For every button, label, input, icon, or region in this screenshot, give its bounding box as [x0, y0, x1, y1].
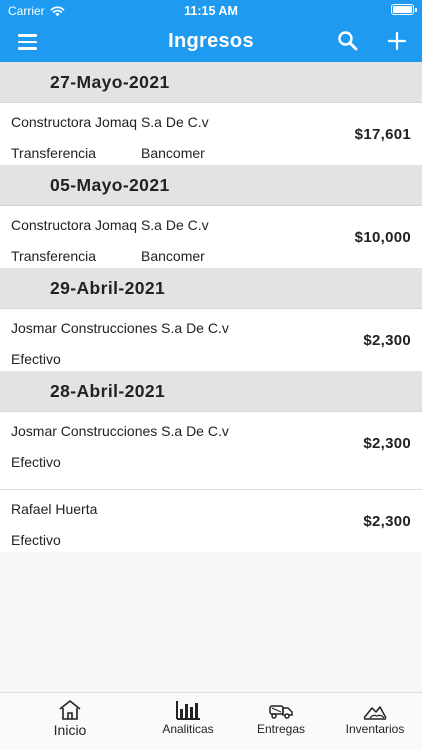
top-bar: Carrier 11:15 AM Ingresos	[0, 0, 422, 62]
battery-icon	[391, 4, 417, 15]
tab-label: Inicio	[53, 722, 87, 738]
truck-icon	[269, 705, 293, 719]
tab-label: Entregas	[256, 722, 306, 736]
payment-method: Transferencia	[11, 145, 97, 161]
payment-method: Efectivo	[11, 454, 61, 470]
company-name: Josmar Construcciones S.a De C.v	[11, 423, 229, 439]
tab-bar: Inicio Analiticas Entregas Inventarios	[0, 692, 422, 750]
tab-inicio[interactable]: Inicio	[45, 699, 95, 738]
company-name: Constructora Jomaq S.a De C.v	[11, 217, 209, 233]
income-row[interactable]: Josmar Construcciones S.a De C.v Efectiv…	[0, 309, 422, 371]
mountain-icon	[363, 706, 387, 720]
bar-chart-icon	[176, 701, 200, 720]
clock: 11:15 AM	[184, 4, 238, 18]
income-amount: $2,300	[363, 513, 411, 530]
payment-method: Efectivo	[11, 351, 61, 367]
row-divider	[0, 474, 422, 490]
income-row[interactable]: Josmar Construcciones S.a De C.v Efectiv…	[0, 412, 422, 474]
payment-method: Efectivo	[11, 532, 61, 548]
tab-inventarios[interactable]: Inventarios	[340, 699, 410, 736]
income-amount: $10,000	[354, 229, 411, 246]
income-amount: $17,601	[354, 126, 411, 143]
tab-label: Analiticas	[162, 722, 214, 736]
income-list: 27-Mayo-2021 Constructora Jomaq S.a De C…	[0, 62, 422, 552]
bank-name: Bancomer	[141, 145, 205, 161]
income-row[interactable]: Constructora Jomaq S.a De C.v Transferen…	[0, 103, 422, 165]
date-header: 28-Abril-2021	[0, 371, 422, 412]
company-name: Josmar Construcciones S.a De C.v	[11, 320, 229, 336]
bank-name: Bancomer	[141, 248, 205, 264]
company-name: Rafael Huerta	[11, 501, 98, 517]
tab-analiticas[interactable]: Analiticas	[157, 699, 219, 736]
date-header: 27-Mayo-2021	[0, 62, 422, 103]
tab-entregas[interactable]: Entregas	[252, 699, 310, 736]
home-icon	[59, 700, 81, 720]
income-amount: $2,300	[363, 435, 411, 452]
tab-label: Inventarios	[345, 722, 405, 736]
date-header: 05-Mayo-2021	[0, 165, 422, 206]
income-amount: $2,300	[363, 332, 411, 349]
income-row[interactable]: Constructora Jomaq S.a De C.v Transferen…	[0, 206, 422, 268]
payment-method: Transferencia	[11, 248, 97, 264]
income-row[interactable]: Rafael Huerta Efectivo $2,300	[0, 490, 422, 552]
date-header: 29-Abril-2021	[0, 268, 422, 309]
status-bar: Carrier 11:15 AM	[0, 0, 422, 22]
add-icon[interactable]	[385, 29, 409, 53]
app-bar: Ingresos	[0, 22, 422, 62]
company-name: Constructora Jomaq S.a De C.v	[11, 114, 209, 130]
search-icon[interactable]	[336, 29, 360, 53]
